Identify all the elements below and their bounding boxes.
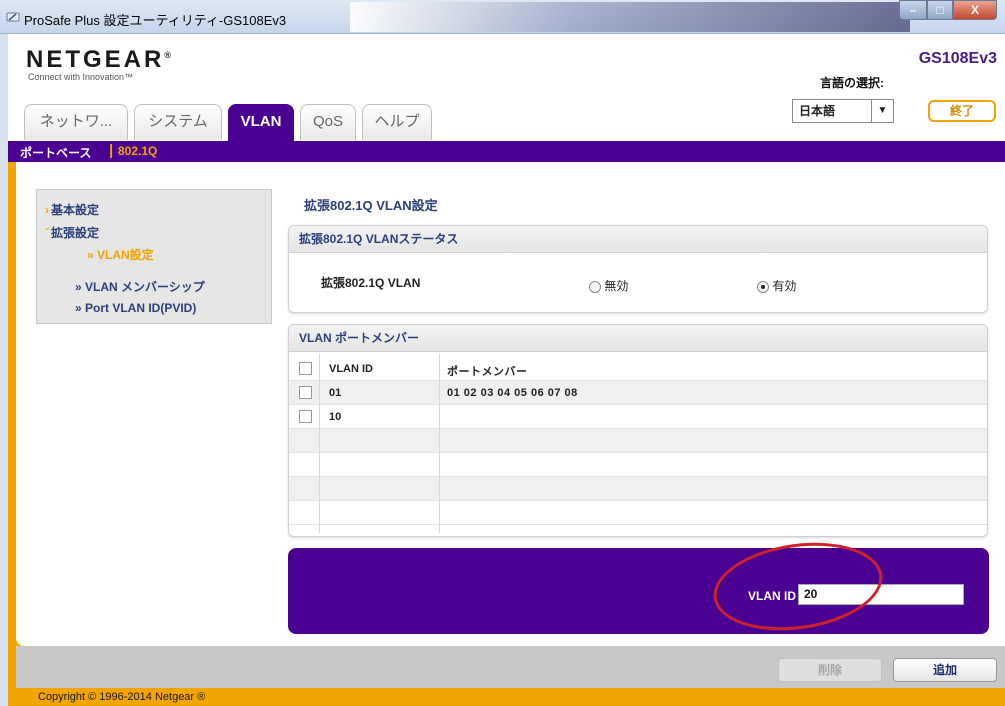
sidebar-item-advanced[interactable]: ˇ 拡張設定 (45, 224, 99, 241)
radio-disable[interactable] (589, 280, 601, 293)
subnav-8021q[interactable]: 802.1Q (118, 144, 157, 158)
row-checkbox[interactable] (299, 386, 312, 399)
vlan-member-header: VLAN ポートメンバー (289, 325, 987, 352)
window-title: ProSafe Plus 設定ユーティリティ-GS108Ev3 (24, 13, 287, 28)
window-titlebar: ProSafe Plus 設定ユーティリティ-GS108Ev3 – □ X (0, 0, 1005, 34)
table-row-empty (289, 501, 987, 525)
vlan-status-label: 拡張802.1Q VLAN (321, 276, 421, 290)
column-divider (319, 353, 320, 533)
sidebar-item-label: 拡張設定 (51, 226, 100, 240)
chevron-right-icon: › (45, 203, 49, 217)
row-checkbox[interactable] (299, 410, 312, 423)
sidebar-item-pvid[interactable]: » Port VLAN ID(PVID) (75, 301, 196, 315)
table-row[interactable]: 10 (289, 405, 987, 429)
tab-network[interactable]: ネットワ... (24, 104, 128, 140)
delete-button[interactable]: 削除 (778, 658, 882, 682)
table-row-empty (289, 477, 987, 501)
option-disable-label: 無効 (604, 279, 629, 293)
logo-mark: ® (164, 50, 171, 60)
sidebar-item-basic[interactable]: › 基本設定 (45, 201, 99, 218)
logo-tagline: Connect with Innovation™ (28, 72, 134, 82)
table-header-row: VLAN ID ポートメンバー (289, 357, 987, 381)
members-cell: 01 02 03 04 05 06 07 08 (447, 387, 578, 399)
subnav-port-based[interactable]: ポートベース (20, 144, 91, 161)
vlan-status-panel: 拡張802.1Q VLANステータス 拡張802.1Q VLAN 無効 有効 (288, 225, 988, 313)
tab-vlan[interactable]: VLAN (228, 104, 294, 141)
window-controls: – □ X (899, 0, 997, 22)
tab-system[interactable]: システム (134, 104, 222, 140)
chevron-down-icon[interactable]: ▼ (871, 100, 893, 122)
logo-text: NETGEAR (26, 46, 165, 73)
column-header-vlan-id: VLAN ID (329, 363, 373, 375)
subnav-separator: | (109, 142, 114, 159)
page-title: 拡張802.1Q VLAN設定 (304, 198, 438, 213)
minimize-button[interactable]: – (899, 0, 927, 20)
vlan-id-cell: 10 (329, 411, 342, 423)
close-button[interactable]: X (953, 0, 997, 20)
column-header-members: ポートメンバー (447, 366, 528, 378)
copyright: Copyright © 1996-2014 Netgear ® (38, 691, 206, 703)
add-button[interactable]: 追加 (893, 658, 997, 682)
table-row-empty (289, 453, 987, 477)
option-disable[interactable]: 無効 (589, 277, 628, 294)
vlan-status-header: 拡張802.1Q VLANステータス (289, 226, 987, 253)
titlebar-glow (350, 2, 910, 32)
netgear-logo: NETGEAR® (26, 46, 171, 74)
vlan-member-panel: VLAN ポートメンバー VLAN ID ポートメンバー 01 01 02 03… (288, 324, 988, 537)
language-label: 言語の選択: (820, 76, 884, 90)
maximize-button[interactable]: □ (927, 0, 953, 20)
option-enable-label: 有効 (772, 279, 797, 293)
vlan-table: VLAN ID ポートメンバー 01 01 02 03 04 05 06 07 … (289, 353, 987, 533)
sidebar-item-vlan-membership[interactable]: » VLAN メンバーシップ (75, 278, 205, 295)
tab-help[interactable]: ヘルプ (362, 104, 432, 140)
sidebar: › 基本設定 ˇ 拡張設定 » VLAN設定 » VLAN メンバーシップ » Po… (36, 189, 272, 324)
model-name: GS108Ev3 (918, 50, 997, 67)
app-icon (6, 10, 20, 24)
option-enable[interactable]: 有効 (757, 277, 796, 294)
radio-enable[interactable] (757, 280, 769, 293)
language-select[interactable]: 日本語 ▼ (792, 99, 894, 123)
table-row[interactable]: 01 01 02 03 04 05 06 07 08 (289, 381, 987, 405)
language-value: 日本語 (799, 104, 836, 118)
chevron-down-icon: ˇ (45, 226, 49, 240)
select-all-checkbox[interactable] (299, 362, 312, 375)
vlan-id-cell: 01 (329, 387, 342, 399)
exit-button[interactable]: 終了 (928, 100, 996, 122)
window-left-border (0, 34, 8, 706)
table-row-empty (289, 429, 987, 453)
sidebar-item-vlan-config[interactable]: » VLAN設定 (87, 246, 154, 263)
subnav-bar: ポートベース | 802.1Q (8, 141, 1005, 162)
sidebar-item-label: 基本設定 (51, 203, 100, 217)
column-divider (439, 353, 440, 533)
tab-qos[interactable]: QoS (300, 104, 356, 140)
